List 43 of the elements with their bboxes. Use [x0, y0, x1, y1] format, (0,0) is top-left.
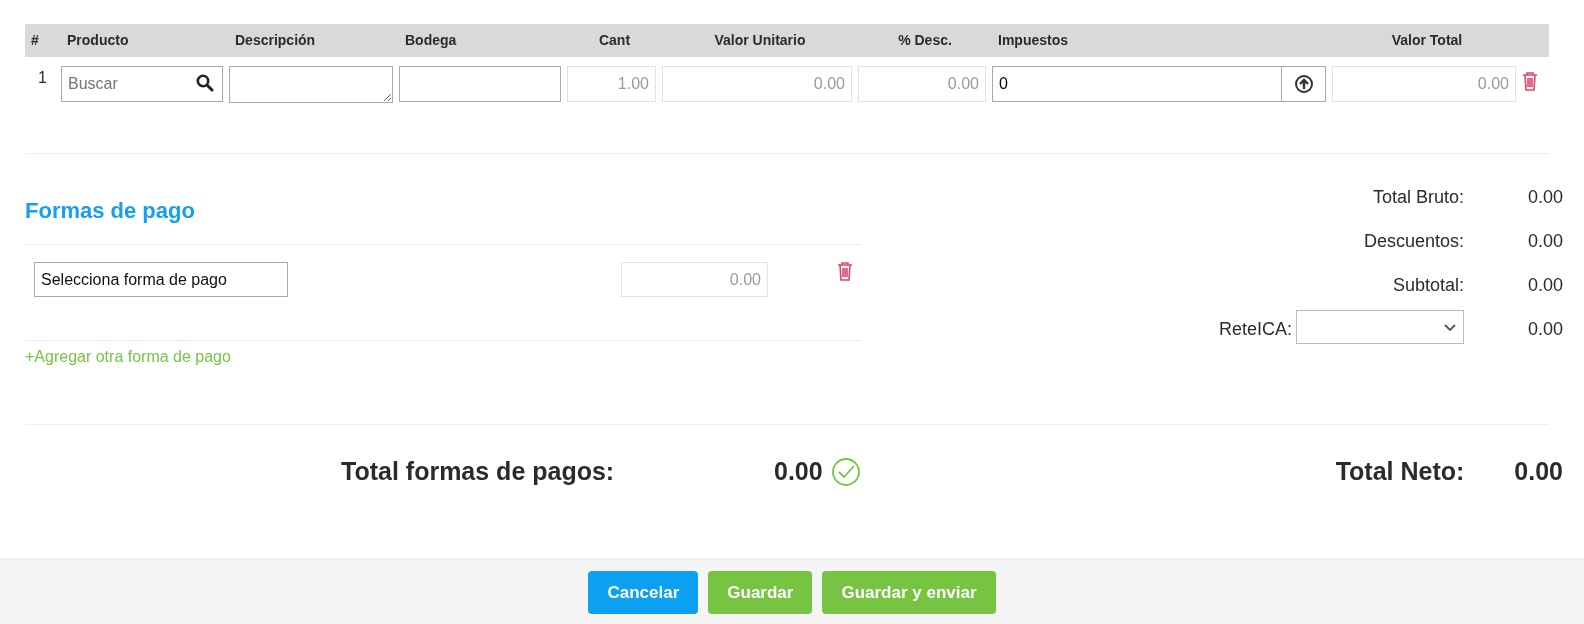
- add-payment-link[interactable]: +Agregar otra forma de pago: [25, 345, 231, 369]
- summary-value: 0.00: [1526, 318, 1563, 341]
- summary-value: 0.00: [1526, 230, 1563, 253]
- payments-total-value: 0.00: [774, 456, 823, 487]
- save-button[interactable]: Guardar: [708, 571, 813, 614]
- chevron-icon: [1443, 322, 1457, 332]
- trash-icon[interactable]: [837, 261, 853, 281]
- product-search-field[interactable]: Buscar: [61, 66, 223, 102]
- column-header: Valor Unitario: [713, 31, 807, 50]
- arrow-up-circle-icon: [1293, 74, 1314, 94]
- payment-method-field[interactable]: Selecciona forma de pago: [34, 262, 288, 297]
- summary-label: Descuentos:: [1363, 230, 1464, 253]
- row-number: 1: [37, 68, 48, 88]
- search-icon: [196, 74, 214, 92]
- column-header: Descripción: [234, 31, 317, 50]
- net-total-label: Total Neto:: [1335, 456, 1465, 487]
- save-button[interactable]: Guardar y enviar: [822, 571, 996, 614]
- column-header: Cant: [597, 31, 632, 50]
- column-header: #: [30, 31, 40, 50]
- summary-label: Total Bruto:: [1372, 186, 1464, 209]
- summary-value: 0.00: [1526, 274, 1563, 297]
- discount-field[interactable]: 0.00: [858, 66, 986, 102]
- trash-icon[interactable]: [1522, 71, 1538, 91]
- net-total-value: 0.00: [1514, 456, 1563, 487]
- payments-total-label: Total formas de pagos:: [341, 456, 616, 487]
- unit-value-field[interactable]: 0.00: [662, 66, 852, 102]
- column-header: Impuestos: [997, 31, 1069, 50]
- cancel-button[interactable]: Cancelar: [588, 571, 699, 614]
- upload-button[interactable]: [1282, 66, 1326, 102]
- quantity-field[interactable]: 1.00: [567, 66, 656, 102]
- summary-label: ReteICA:: [1218, 318, 1292, 341]
- description-field[interactable]: [229, 66, 393, 103]
- taxes-field[interactable]: 0: [992, 66, 1282, 102]
- summary-value: 0.00: [1526, 186, 1563, 209]
- total-field[interactable]: 0.00: [1332, 66, 1516, 102]
- section-title: Formas de pago: [25, 197, 196, 225]
- column-header: Valor Total: [1390, 31, 1464, 50]
- column-header: Producto: [66, 31, 130, 50]
- payment-amount-field[interactable]: 0.00: [621, 262, 768, 297]
- warehouse-field[interactable]: [399, 66, 561, 102]
- summary-label: Subtotal:: [1392, 274, 1464, 297]
- column-header: % Desc.: [897, 31, 953, 50]
- column-header: Bodega: [404, 31, 458, 50]
